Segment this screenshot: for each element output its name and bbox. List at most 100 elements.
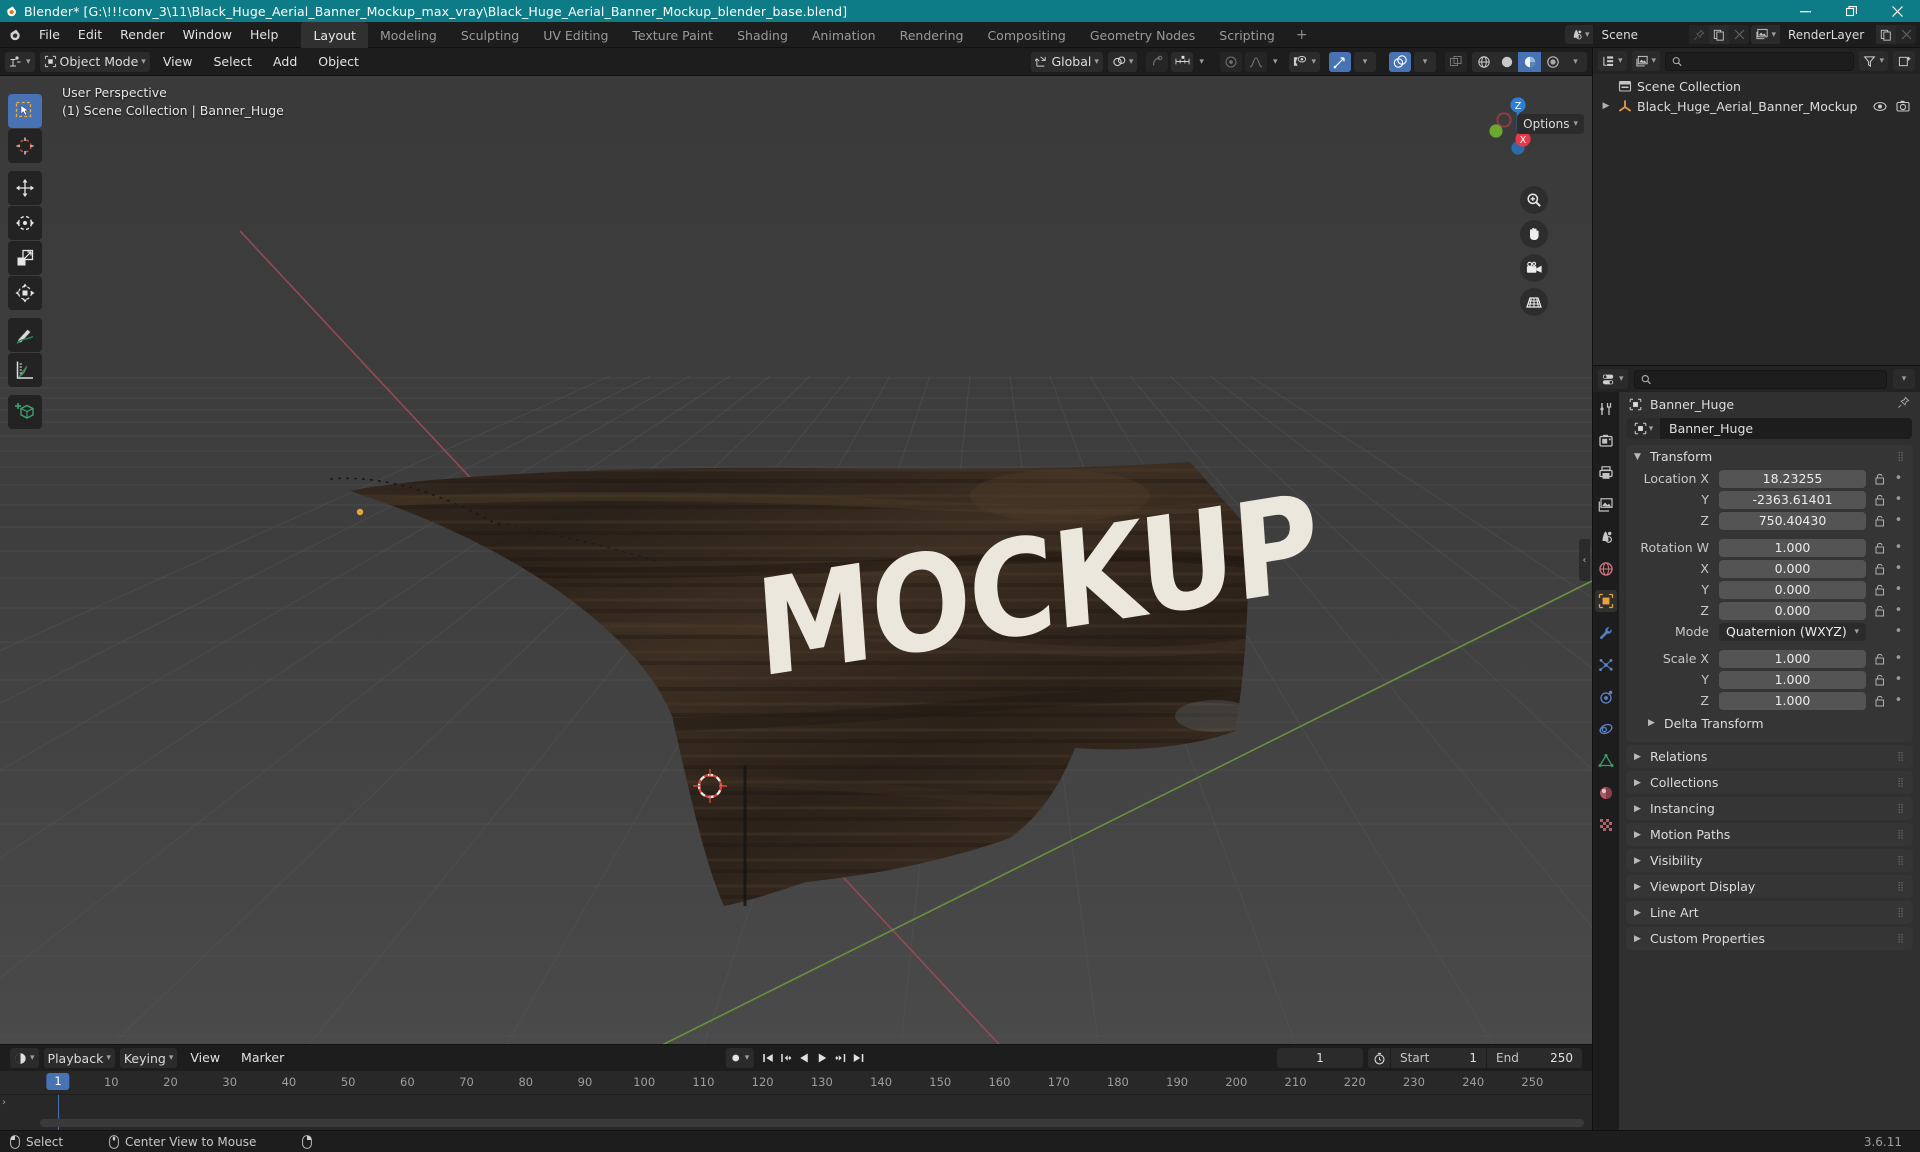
instancing-panel[interactable]: ▶ Instancing ⣿: [1626, 797, 1913, 820]
location-y-field[interactable]: -2363.61401: [1719, 490, 1866, 509]
tab-rendering[interactable]: Rendering: [888, 22, 976, 48]
location-z-field[interactable]: 750.40430: [1719, 511, 1866, 530]
xray-toggle[interactable]: [1445, 51, 1467, 72]
grid-icon[interactable]: [1520, 288, 1548, 316]
play-reverse-button[interactable]: [795, 1048, 812, 1068]
outliner-search-input[interactable]: [1687, 54, 1848, 68]
delta-transform-subpanel[interactable]: ▶ Delta Transform: [1634, 712, 1905, 734]
animate-dot[interactable]: •: [1892, 493, 1905, 506]
view-layer-icon[interactable]: ▾: [1751, 25, 1780, 44]
close-button[interactable]: [1874, 0, 1920, 22]
lock-icon[interactable]: [1871, 515, 1887, 527]
tab-scripting[interactable]: Scripting: [1207, 22, 1287, 48]
lock-icon[interactable]: [1871, 605, 1887, 617]
motion-paths-panel[interactable]: ▶ Motion Paths ⣿: [1626, 823, 1913, 846]
snap-magnet-toggle[interactable]: ▾: [1107, 51, 1138, 72]
shading-dropdown[interactable]: ▾: [1564, 52, 1587, 72]
blender-menu-icon[interactable]: [0, 27, 30, 42]
zoom-icon[interactable]: [1520, 186, 1548, 214]
scale-tool[interactable]: [8, 241, 42, 275]
tab-compositing[interactable]: Compositing: [975, 22, 1077, 48]
tweak-select-tool[interactable]: [8, 94, 42, 128]
properties-search-box[interactable]: [1633, 369, 1887, 389]
shading-solid[interactable]: [1495, 52, 1518, 72]
lock-icon[interactable]: [1871, 653, 1887, 665]
viewport-options-button[interactable]: Options ▾: [1517, 114, 1584, 134]
new-view-layer-icon[interactable]: [1876, 25, 1896, 44]
shading-rendered[interactable]: [1541, 52, 1564, 72]
line-art-panel[interactable]: ▶ Line Art ⣿: [1626, 901, 1913, 924]
timeline-menu-keying[interactable]: Keying ▾: [119, 1048, 178, 1068]
texture-tab[interactable]: [1595, 814, 1617, 836]
unlink-scene-icon[interactable]: [1729, 25, 1750, 44]
jump-to-end-button[interactable]: [849, 1048, 866, 1068]
custom-properties-panel[interactable]: ▶ Custom Properties ⣿: [1626, 927, 1913, 950]
tab-uv-editing[interactable]: UV Editing: [531, 22, 620, 48]
properties-editor-type[interactable]: ▾: [1598, 369, 1628, 389]
rotation-x-field[interactable]: 0.000: [1719, 559, 1866, 578]
scale-y-field[interactable]: 1.000: [1719, 670, 1866, 689]
location-x-field[interactable]: 18.23255: [1719, 469, 1866, 488]
object-name-field[interactable]: Banner_Huge: [1660, 418, 1912, 439]
menu-edit[interactable]: Edit: [69, 25, 111, 45]
rotation-mode-dropdown[interactable]: Quaternion (WXYZ) ▾: [1719, 622, 1866, 641]
next-keyframe-button[interactable]: [831, 1048, 848, 1068]
lock-icon[interactable]: [1871, 695, 1887, 707]
jump-to-start-button[interactable]: [759, 1048, 776, 1068]
add-workspace-button[interactable]: +: [1287, 22, 1317, 48]
new-collection-button[interactable]: [1893, 51, 1915, 71]
remove-view-layer-icon[interactable]: [1896, 25, 1916, 44]
particles-tab[interactable]: [1595, 654, 1617, 676]
object-data-tab[interactable]: [1595, 750, 1617, 772]
pin-scene-icon[interactable]: [1689, 25, 1710, 44]
timeline-menu-marker[interactable]: Marker: [233, 1048, 292, 1068]
view-layer-name[interactable]: RenderLayer: [1780, 25, 1876, 44]
interaction-mode-selector[interactable]: Object Mode ▾: [39, 51, 150, 72]
lock-icon[interactable]: [1871, 473, 1887, 485]
scale-x-field[interactable]: 1.000: [1719, 649, 1866, 668]
timeline-track-area[interactable]: ›: [0, 1095, 1592, 1130]
sidebar-collapse-arrow[interactable]: ‹: [1579, 539, 1590, 581]
minimize-button[interactable]: [1782, 0, 1828, 22]
transform-orientation-selector[interactable]: Global ▾: [1031, 51, 1103, 72]
gizmo-dropdown[interactable]: ▾: [1354, 51, 1376, 72]
scene-name[interactable]: Scene: [1593, 25, 1690, 44]
viewport-menu-object[interactable]: Object: [310, 52, 367, 72]
eye-icon[interactable]: [1873, 101, 1887, 112]
timeline-ruler[interactable]: 1 10 20 30 40 50 60 70 80 90 100 110 120 130 140 150 160…: [0, 1071, 1592, 1095]
material-tab[interactable]: [1595, 782, 1617, 804]
falloff-curve-icon[interactable]: [1244, 51, 1267, 72]
outliner-tree[interactable]: Scene Collection ▶ Black_Huge_Aerial_Ban…: [1593, 74, 1920, 365]
tab-sculpting[interactable]: Sculpting: [449, 22, 531, 48]
viewport-menu-select[interactable]: Select: [205, 52, 260, 72]
rotation-y-field[interactable]: 0.000: [1719, 580, 1866, 599]
viewport-menu-add[interactable]: Add: [265, 52, 305, 72]
add-cube-tool[interactable]: [8, 395, 42, 429]
gizmo-toggle[interactable]: [1329, 51, 1351, 72]
camera-render-icon[interactable]: [1896, 100, 1910, 112]
proportional-falloff-toggle[interactable]: [1219, 51, 1242, 72]
overlays-toggle[interactable]: [1389, 51, 1411, 72]
timeline-current-frame-badge[interactable]: 1: [46, 1073, 70, 1090]
object-id-type-dropdown[interactable]: ▾: [1627, 418, 1660, 439]
menu-help[interactable]: Help: [241, 25, 288, 45]
viewport-menu-view[interactable]: View: [155, 52, 201, 72]
tab-modeling[interactable]: Modeling: [368, 22, 449, 48]
collections-panel[interactable]: ▶ Collections ⣿: [1626, 771, 1913, 794]
rotation-z-field[interactable]: 0.000: [1719, 601, 1866, 620]
world-tab[interactable]: [1595, 558, 1617, 580]
constraints-tab[interactable]: [1595, 718, 1617, 740]
object-tab[interactable]: [1595, 590, 1617, 612]
menu-file[interactable]: File: [30, 25, 69, 45]
overlays-dropdown[interactable]: ▾: [1414, 51, 1436, 72]
tab-shading[interactable]: Shading: [725, 22, 800, 48]
frame-start-field[interactable]: Start 1: [1390, 1048, 1486, 1068]
animate-dot[interactable]: •: [1892, 673, 1905, 686]
expand-arrow[interactable]: ▶: [1599, 101, 1613, 111]
scene-tab[interactable]: [1595, 526, 1617, 548]
render-tab[interactable]: [1595, 430, 1617, 452]
output-tab[interactable]: [1595, 462, 1617, 484]
3d-viewport[interactable]: MOCKUP User Perspective (1) Scene Collec…: [0, 76, 1592, 1044]
transform-tool[interactable]: [8, 276, 42, 310]
timeline-scrollbar[interactable]: [40, 1119, 1584, 1127]
